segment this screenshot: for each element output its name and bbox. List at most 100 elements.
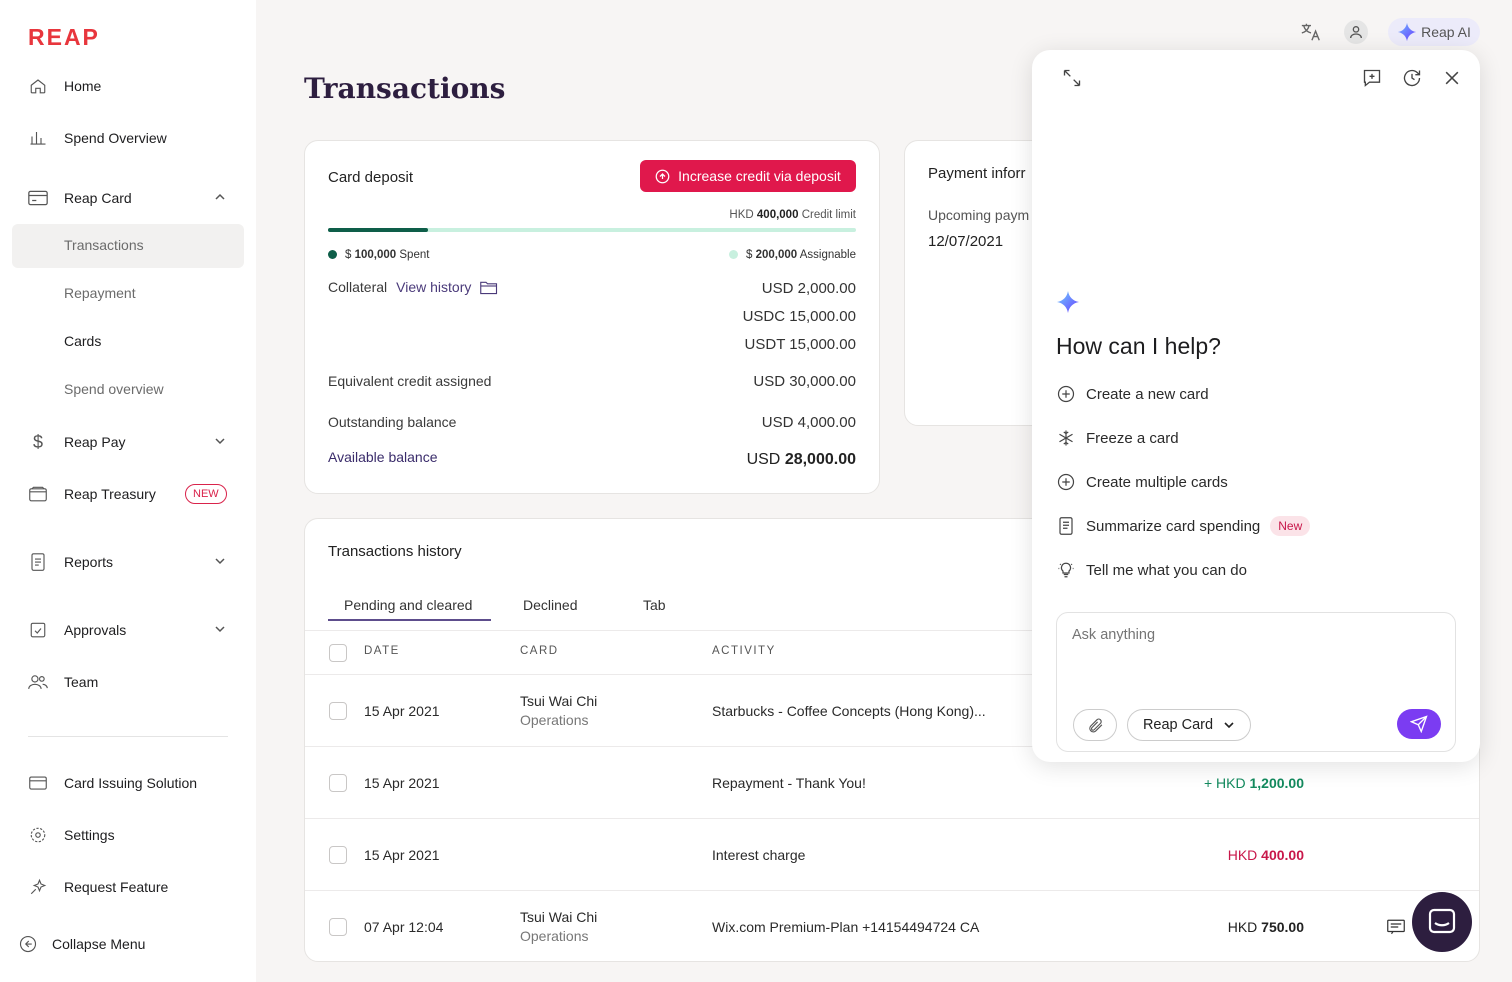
chevron-down-icon[interactable] [214,434,226,450]
suggestion-create-card[interactable]: Create a new card [1056,382,1209,406]
new-badge: NEW [185,484,227,504]
column-header-date[interactable]: DATE [364,645,400,657]
column-header-activity[interactable]: ACTIVITY [712,645,776,657]
tab-declined[interactable]: Declined [523,597,577,613]
user-avatar-icon[interactable] [1344,20,1368,44]
collapse-menu-button[interactable]: Collapse Menu [18,932,145,956]
spent-value: 100,000 [354,249,397,261]
chevron-down-icon[interactable] [214,554,226,570]
snowflake-icon [1056,428,1076,448]
collateral-value-usdc: USDC 15,000.00 [742,308,856,325]
reap-logo[interactable]: REAP [28,24,100,51]
ai-sparkle-icon [1397,22,1417,42]
row-amount-value: 750.00 [1261,919,1304,935]
lightbulb-icon [1056,560,1076,580]
increase-credit-button[interactable]: Increase credit via deposit [640,160,856,192]
row-date: 15 Apr 2021 [364,847,440,863]
reap-ai-label: Reap AI [1421,24,1471,40]
ask-anything-input[interactable] [1072,627,1442,667]
suggestion-what-can-you-do[interactable]: Tell me what you can do [1056,558,1247,582]
collateral-label: Collateral [328,279,388,295]
card-deposit-title: Card deposit [328,169,414,186]
sidebar-item-reports[interactable]: Reports [28,550,228,574]
context-select[interactable]: Reap Card [1127,709,1251,741]
sidebar-item-spend-overview[interactable]: Spend Overview [28,126,167,150]
available-currency: USD [746,451,781,468]
sidebar-subitem-cards[interactable]: Cards [64,333,101,353]
sparkle-icon [28,877,48,897]
document-icon [1056,516,1076,536]
row-amount: + HKD 1,200.00 [1104,775,1304,791]
plus-circle-icon [1056,472,1076,492]
chat-widget-button[interactable] [1412,892,1472,952]
table-row[interactable]: 15 Apr 2021 Interest charge HKD 400.00 [305,818,1479,890]
assignable-currency: $ [745,249,753,261]
collateral-row: Collateral View history [328,279,498,295]
attach-button[interactable] [1073,709,1117,741]
chevron-up-icon[interactable] [214,190,226,206]
history-icon[interactable] [1402,68,1422,93]
send-button[interactable] [1397,709,1441,739]
sidebar-item-team[interactable]: Team [28,670,98,694]
suggestion-label: Create a new card [1086,385,1209,403]
row-date: 15 Apr 2021 [364,703,440,719]
suggestion-multiple-cards[interactable]: Create multiple cards [1056,470,1228,494]
upcoming-payment-label: Upcoming paym [928,207,1030,223]
credit-limit-label: Credit limit [801,209,856,221]
row-card-team: Operations [520,928,589,944]
folder-icon[interactable] [480,280,498,295]
table-row[interactable]: 07 Apr 12:04 Tsui Wai Chi Operations Wix.… [305,890,1479,961]
new-chat-icon[interactable] [1362,68,1382,93]
collateral-value-usd: USD 2,000.00 [761,280,856,297]
row-checkbox[interactable] [329,846,347,864]
sidebar-item-request-feature[interactable]: Request Feature [28,875,168,899]
approval-icon [28,620,48,640]
credit-limit-currency: HKD [729,209,754,221]
sidebar-item-home[interactable]: Home [28,74,101,98]
sidebar-subitem-transactions[interactable]: Transactions [64,237,144,257]
row-activity: Starbucks - Coffee Concepts (Hong Kong).… [712,703,986,719]
sidebar-item-label: Approvals [64,622,127,638]
sidebar-item-label: Request Feature [64,879,169,895]
sidebar-item-approvals[interactable]: Approvals [28,618,228,642]
row-checkbox[interactable] [329,702,347,720]
collateral-value-usdt: USDT 15,000.00 [744,336,856,353]
select-all-checkbox[interactable] [329,644,347,662]
suggestion-freeze-card[interactable]: Freeze a card [1056,426,1179,450]
row-checkbox[interactable] [329,774,347,792]
row-checkbox[interactable] [329,918,347,936]
suggestion-label: Summarize card spending [1086,517,1261,535]
row-amount-currency: HKD [1227,919,1258,935]
team-icon [28,672,48,692]
sidebar-subitem-repayment[interactable]: Repayment [64,285,136,305]
assignable-dot [728,250,738,260]
outstanding-label: Outstanding balance [328,414,457,430]
expand-icon[interactable] [1062,68,1082,93]
report-icon [28,552,48,572]
close-icon[interactable] [1442,68,1462,93]
sidebar-item-label: Reap Card [64,190,132,206]
chevron-down-icon [1224,722,1234,729]
receipt-icon[interactable] [1387,919,1405,940]
translate-icon[interactable] [1299,20,1323,44]
sidebar-item-reap-treasury[interactable]: Reap Treasury [28,482,156,506]
sidebar-item-label: Reap Pay [64,434,126,450]
column-header-card[interactable]: CARD [520,645,559,657]
dollar-icon: $ [32,431,43,452]
sidebar-subitem-spend-overview[interactable]: Spend overview [64,381,164,401]
active-tab-underline [328,619,491,621]
row-amount: HKD 750.00 [1104,919,1304,935]
reap-ai-button[interactable]: Reap AI [1388,18,1480,46]
row-card: Tsui Wai Chi Operations [520,909,597,944]
view-history-link[interactable]: View history [396,279,471,295]
sidebar-item-settings[interactable]: Settings [28,823,115,847]
tab-pending-cleared[interactable]: Pending and cleared [344,597,472,613]
sidebar-item-card-issuing[interactable]: Card Issuing Solution [28,771,197,795]
increase-credit-label: Increase credit via deposit [678,168,841,184]
sidebar-item-reap-card[interactable]: Reap Card [28,186,228,210]
tab-tab[interactable]: Tab [643,597,666,613]
spent-dot [328,250,337,260]
suggestion-summarize-spending[interactable]: Summarize card spending New [1056,514,1311,538]
chevron-down-icon[interactable] [214,622,226,638]
sidebar-item-reap-pay[interactable]: $ Reap Pay [28,430,228,454]
